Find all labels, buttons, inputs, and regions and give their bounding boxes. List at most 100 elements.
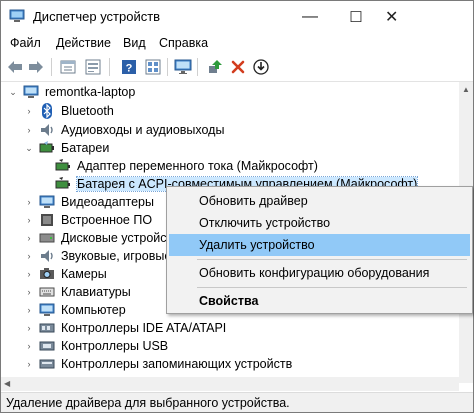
update-driver-icon[interactable] (205, 57, 225, 77)
tree-item-ac-adapter[interactable]: Адаптер переменного тока (Майкрософт) (55, 157, 318, 175)
tree-item-bluetooth[interactable]: › Bluetooth (23, 102, 114, 120)
tree-item-usb-controllers[interactable]: › Контроллеры USB (23, 337, 169, 355)
context-item-label: Отключить устройство (199, 216, 331, 230)
audio-icon (39, 122, 55, 138)
disk-icon (39, 230, 55, 246)
maximize-button[interactable]: ☐ (333, 1, 379, 33)
context-disable-device[interactable]: Отключить устройство (169, 212, 470, 234)
menu-file[interactable]: Файл (10, 36, 41, 50)
monitor-icon[interactable] (173, 57, 193, 77)
expand-icon[interactable]: › (23, 286, 35, 298)
toolbar-separator (197, 58, 198, 76)
properties-icon[interactable] (58, 57, 78, 77)
device-manager-app-icon (9, 9, 25, 23)
toolbar: ? (1, 53, 473, 82)
expand-icon[interactable]: › (23, 304, 35, 316)
expand-icon[interactable]: › (23, 340, 35, 352)
status-bar: Удаление драйвера для выбранного устройс… (1, 392, 473, 412)
tree-item-label: Контроллеры USB (61, 339, 169, 353)
tree-item-label: Встроенное ПО (61, 213, 153, 227)
camera-icon (39, 266, 55, 282)
context-item-label: Обновить драйвер (199, 194, 308, 208)
svg-text:?: ? (126, 63, 133, 75)
expand-icon[interactable]: › (23, 232, 35, 244)
device-view-icon[interactable] (143, 57, 163, 77)
tree-item-label: Компьютер (61, 303, 126, 317)
expand-icon[interactable]: › (23, 124, 35, 136)
status-text: Удаление драйвера для выбранного устройс… (6, 396, 290, 410)
context-separator (197, 287, 467, 288)
tree-item-label: Камеры (61, 267, 107, 281)
menu-view[interactable]: Вид (123, 36, 146, 50)
tree-item-label: Видеоадаптеры (61, 195, 154, 209)
tree-item-label: Аудиовходы и аудиовыходы (61, 123, 225, 137)
context-item-label: Удалить устройство (199, 238, 315, 252)
menu-action[interactable]: Действие (56, 36, 111, 50)
maximize-icon: ☐ (349, 9, 363, 26)
minimize-icon: — (302, 8, 318, 25)
context-item-label: Обновить конфигурацию оборудования (199, 266, 430, 280)
tree-item-label: Контроллеры IDE ATA/ATAPI (61, 321, 227, 335)
battery-icon (39, 140, 55, 156)
tree-item-batteries[interactable]: ⌄ Батареи (23, 139, 109, 157)
forward-arrow-icon[interactable] (26, 57, 46, 77)
sound-icon (39, 248, 55, 264)
tree-item-ide-controllers[interactable]: › Контроллеры IDE ATA/ATAPI (23, 319, 227, 337)
context-separator (197, 259, 467, 260)
collapse-icon[interactable]: ⌄ (7, 86, 19, 98)
menu-help[interactable]: Справка (159, 36, 208, 50)
tree-item-display-adapters[interactable]: › Видеоадаптеры (23, 193, 154, 211)
title-bar: Диспетчер устройств — ☐ ✕ (1, 1, 473, 33)
device-list-icon[interactable] (83, 57, 103, 77)
close-button[interactable]: ✕ (379, 1, 473, 33)
context-properties[interactable]: Свойства (169, 290, 470, 312)
toolbar-separator (109, 58, 110, 76)
expand-icon[interactable]: › (23, 214, 35, 226)
tree-item-audio-io[interactable]: › Аудиовходы и аудиовыходы (23, 121, 225, 139)
tree-item-computer[interactable]: › Компьютер (23, 301, 126, 319)
back-arrow-icon[interactable] (5, 57, 25, 77)
context-uninstall-device[interactable]: Удалить устройство (169, 234, 470, 256)
toolbar-separator (167, 58, 168, 76)
horizontal-scrollbar[interactable]: ◀ (1, 377, 459, 391)
context-update-driver[interactable]: Обновить драйвер (169, 190, 470, 212)
toolbar-separator (51, 58, 52, 76)
tree-item-cameras[interactable]: › Камеры (23, 265, 107, 283)
scroll-up-icon[interactable]: ▲ (462, 85, 470, 94)
expand-icon[interactable]: › (23, 196, 35, 208)
display-adapter-icon (39, 194, 55, 210)
storage-controller-icon (39, 356, 55, 372)
collapse-icon[interactable]: ⌄ (23, 142, 35, 154)
computer-icon (39, 302, 55, 318)
computer-icon (23, 84, 39, 100)
expand-icon[interactable]: › (23, 322, 35, 334)
help-icon[interactable]: ? (119, 57, 139, 77)
download-icon[interactable] (251, 57, 271, 77)
battery-icon (55, 176, 71, 192)
expand-icon[interactable]: › (23, 105, 35, 117)
expand-icon[interactable]: › (23, 268, 35, 280)
context-scan-hardware[interactable]: Обновить конфигурацию оборудования (169, 262, 470, 284)
tree-item-storage-controllers[interactable]: › Контроллеры запоминающих устройств (23, 355, 293, 373)
tree-item-label: Клавиатуры (61, 285, 131, 299)
battery-icon (55, 158, 71, 174)
expand-icon[interactable]: › (23, 358, 35, 370)
tree-item-label: Контроллеры запоминающих устройств (61, 357, 293, 371)
tree-item-keyboards[interactable]: › Клавиатуры (23, 283, 131, 301)
usb-icon (39, 338, 55, 354)
scroll-left-icon[interactable]: ◀ (4, 379, 10, 388)
context-item-label: Свойства (199, 294, 259, 308)
uninstall-icon[interactable] (228, 57, 248, 77)
bluetooth-icon (39, 103, 55, 119)
tree-item-disk-drives[interactable]: › Дисковые устройства (23, 229, 186, 247)
window-title: Диспетчер устройств (33, 9, 161, 24)
expand-icon[interactable]: › (23, 250, 35, 262)
tree-item-firmware[interactable]: › Встроенное ПО (23, 211, 153, 229)
tree-root-label: remontka-laptop (45, 85, 136, 99)
ide-controller-icon (39, 320, 55, 336)
tree-item-label: Батареи (61, 141, 110, 155)
firmware-icon (39, 212, 55, 228)
tree-item-label: Адаптер переменного тока (Майкрософт) (77, 159, 318, 173)
minimize-button[interactable]: — (287, 1, 333, 33)
tree-root[interactable]: ⌄ remontka-laptop (7, 83, 135, 101)
